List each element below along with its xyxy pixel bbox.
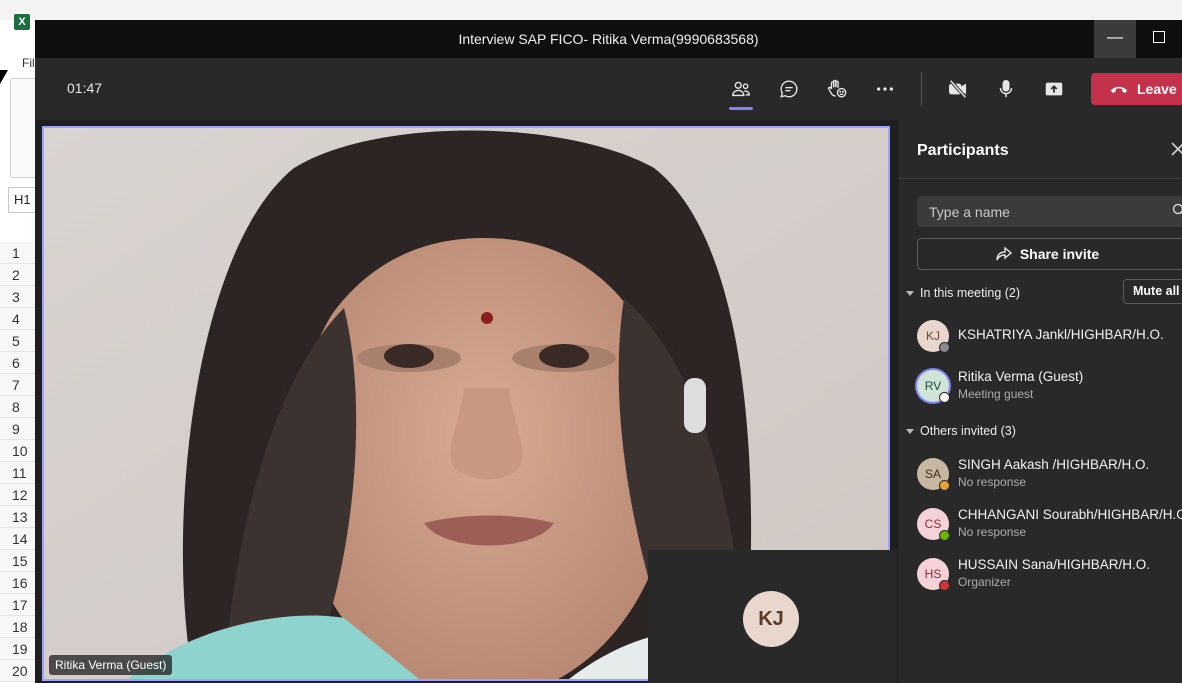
maximize-icon: [1153, 31, 1165, 43]
chat-button[interactable]: [769, 70, 809, 108]
excel-row-header[interactable]: 9: [0, 418, 36, 440]
excel-row-header[interactable]: 16: [0, 572, 36, 594]
share-tray-icon: [1045, 82, 1063, 96]
excel-row-header[interactable]: 3: [0, 286, 36, 308]
excel-row-header[interactable]: 2: [0, 264, 36, 286]
presence-status-icon: [939, 530, 950, 541]
leave-button[interactable]: Leave: [1091, 73, 1182, 105]
in-meeting-header-label: In this meeting (2): [920, 286, 1021, 300]
microphone-icon: [999, 80, 1013, 98]
participant-status: Meeting guest: [958, 387, 1034, 401]
teams-meeting-window: Interview SAP FICO- Ritika Verma(9990683…: [35, 20, 1182, 683]
excel-row-header[interactable]: 13: [0, 506, 36, 528]
excel-row-header[interactable]: 6: [0, 352, 36, 374]
excel-row-header[interactable]: 8: [0, 396, 36, 418]
chevron-down-icon: [906, 290, 914, 296]
people-icon: [732, 81, 750, 97]
excel-row-header[interactable]: 19: [0, 638, 36, 660]
participant-row[interactable]: RV Ritika Verma (Guest) Meeting guest: [917, 366, 1182, 406]
excel-row-header[interactable]: 17: [0, 594, 36, 616]
ellipsis-icon: [876, 87, 894, 91]
participant-status: No response: [958, 525, 1027, 539]
presence-status-icon: [939, 342, 950, 353]
presence-status-icon: [939, 580, 950, 591]
others-invited-section-header[interactable]: Others invited (3): [906, 424, 1016, 438]
excel-row-header[interactable]: 20: [0, 660, 36, 682]
excel-row-header[interactable]: 5: [0, 330, 36, 352]
participant-row[interactable]: SA SINGH Aakash /HIGHBAR/H.O. No response: [917, 454, 1182, 494]
excel-row-header[interactable]: 14: [0, 528, 36, 550]
excel-ribbon: [10, 78, 36, 178]
share-screen-button[interactable]: [1034, 70, 1074, 108]
excel-row-header[interactable]: 4: [0, 308, 36, 330]
video-stage: Ritika Verma (Guest) KJ: [35, 120, 897, 683]
in-meeting-section-header[interactable]: In this meeting (2): [906, 286, 1020, 300]
minimize-button[interactable]: —: [1094, 20, 1136, 58]
more-options-button[interactable]: [865, 70, 905, 108]
panel-title: Participants: [917, 142, 1009, 159]
toolbar-divider: [921, 72, 922, 106]
mute-all-button[interactable]: Mute all: [1123, 279, 1182, 304]
meeting-controls-bar: 01:47 Leave: [35, 58, 1182, 120]
participant-row[interactable]: HS HUSSAIN Sana/HIGHBAR/H.O. Organizer: [917, 554, 1182, 594]
react-button[interactable]: [817, 70, 857, 108]
excel-row-headers: 1 2 3 4 5 6 7 8 9 10 11 12 13 14 15 16 17 18 19 20: [0, 242, 36, 682]
meeting-timer: 01:47: [67, 80, 103, 96]
share-icon: [996, 247, 1012, 261]
window-title-bar: Interview SAP FICO- Ritika Verma(9990683…: [35, 20, 1182, 58]
microphone-button[interactable]: [986, 70, 1026, 108]
share-invite-button[interactable]: Share invite: [917, 238, 1182, 270]
excel-row-header[interactable]: 12: [0, 484, 36, 506]
participant-name-label: Ritika Verma (Guest): [49, 655, 173, 675]
participant-row[interactable]: CS CHHANGANI Sourabh/HIGHBAR/H.O. No respo…: [917, 504, 1182, 544]
participant-name: Ritika Verma (Guest): [958, 369, 1084, 384]
search-icon: [1172, 203, 1182, 215]
hang-up-icon: [1110, 86, 1128, 94]
excel-row-header[interactable]: 1: [0, 242, 36, 264]
self-avatar: KJ: [743, 591, 799, 647]
others-invited-header-label: Others invited (3): [920, 424, 1016, 438]
participant-search-input[interactable]: [917, 196, 1182, 227]
participant-name: KSHATRIYA Jankl/HIGHBAR/H.O.: [958, 327, 1164, 342]
self-view-tile[interactable]: KJ: [648, 550, 897, 683]
maximize-button[interactable]: [1136, 20, 1182, 58]
participant-status: No response: [958, 475, 1027, 489]
excel-row-header[interactable]: 11: [0, 462, 36, 484]
excel-name-box[interactable]: H1: [8, 187, 38, 213]
excel-app-icon: X: [14, 14, 30, 30]
presence-status-icon: [939, 480, 950, 491]
chevron-down-icon: [906, 428, 914, 434]
camera-off-icon: [949, 79, 967, 99]
excel-row-header[interactable]: 7: [0, 374, 36, 396]
participant-row[interactable]: KJ KSHATRIYA Jankl/HIGHBAR/H.O.: [917, 316, 1182, 356]
people-button[interactable]: [721, 70, 761, 110]
excel-title-bar: [0, 0, 1182, 20]
window-title: Interview SAP FICO- Ritika Verma(9990683…: [458, 31, 759, 47]
close-panel-button[interactable]: [1171, 140, 1182, 161]
raise-hand-emoji-icon: [827, 79, 847, 98]
excel-row-header[interactable]: 18: [0, 616, 36, 638]
close-icon: [1171, 142, 1182, 156]
participants-panel: Participants Share invite In this meetin…: [897, 120, 1182, 683]
share-invite-label: Share invite: [1019, 246, 1100, 262]
presence-status-icon: [939, 392, 950, 403]
mouse-pointer-icon: [0, 70, 8, 84]
participant-name: CHHANGANI Sourabh/HIGHBAR/H.O.: [958, 507, 1182, 522]
participant-name: HUSSAIN Sana/HIGHBAR/H.O.: [958, 557, 1151, 572]
chat-icon: [780, 80, 798, 98]
camera-toggle-button[interactable]: [938, 70, 978, 108]
panel-divider: [898, 178, 1182, 179]
participant-name: SINGH Aakash /HIGHBAR/H.O.: [958, 457, 1150, 472]
excel-row-header[interactable]: 15: [0, 550, 36, 572]
excel-row-header[interactable]: 10: [0, 440, 36, 462]
leave-label: Leave: [1137, 81, 1177, 97]
participant-status: Organizer: [958, 575, 1011, 589]
